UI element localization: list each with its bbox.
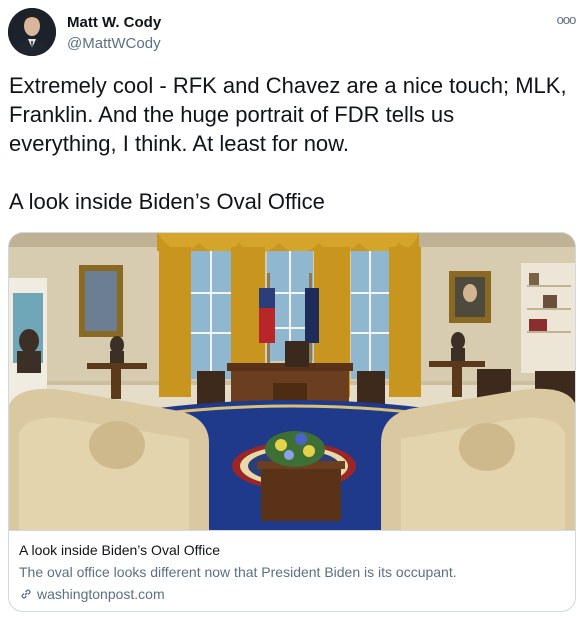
card-domain[interactable]: washingtonpost.com — [19, 586, 165, 602]
author-name[interactable]: Matt W. Cody — [67, 14, 161, 31]
card-title[interactable]: A look inside Biden’s Oval Office — [19, 542, 220, 558]
card-image[interactable] — [9, 233, 575, 530]
link-preview-card[interactable]: A look inside Biden’s Oval Office The ov… — [8, 232, 576, 612]
tweet-text: Extremely cool - RFK and Chavez are a ni… — [9, 73, 567, 214]
author-handle[interactable]: @MattWCody — [67, 35, 161, 52]
more-options-button[interactable]: ooo — [555, 12, 577, 30]
card-domain-text: washingtonpost.com — [37, 586, 165, 602]
avatar[interactable] — [8, 8, 56, 56]
more-options-icon: ooo — [556, 12, 577, 27]
link-icon — [21, 589, 31, 599]
card-divider — [9, 530, 575, 531]
card-description: The oval office looks different now that… — [19, 564, 457, 580]
